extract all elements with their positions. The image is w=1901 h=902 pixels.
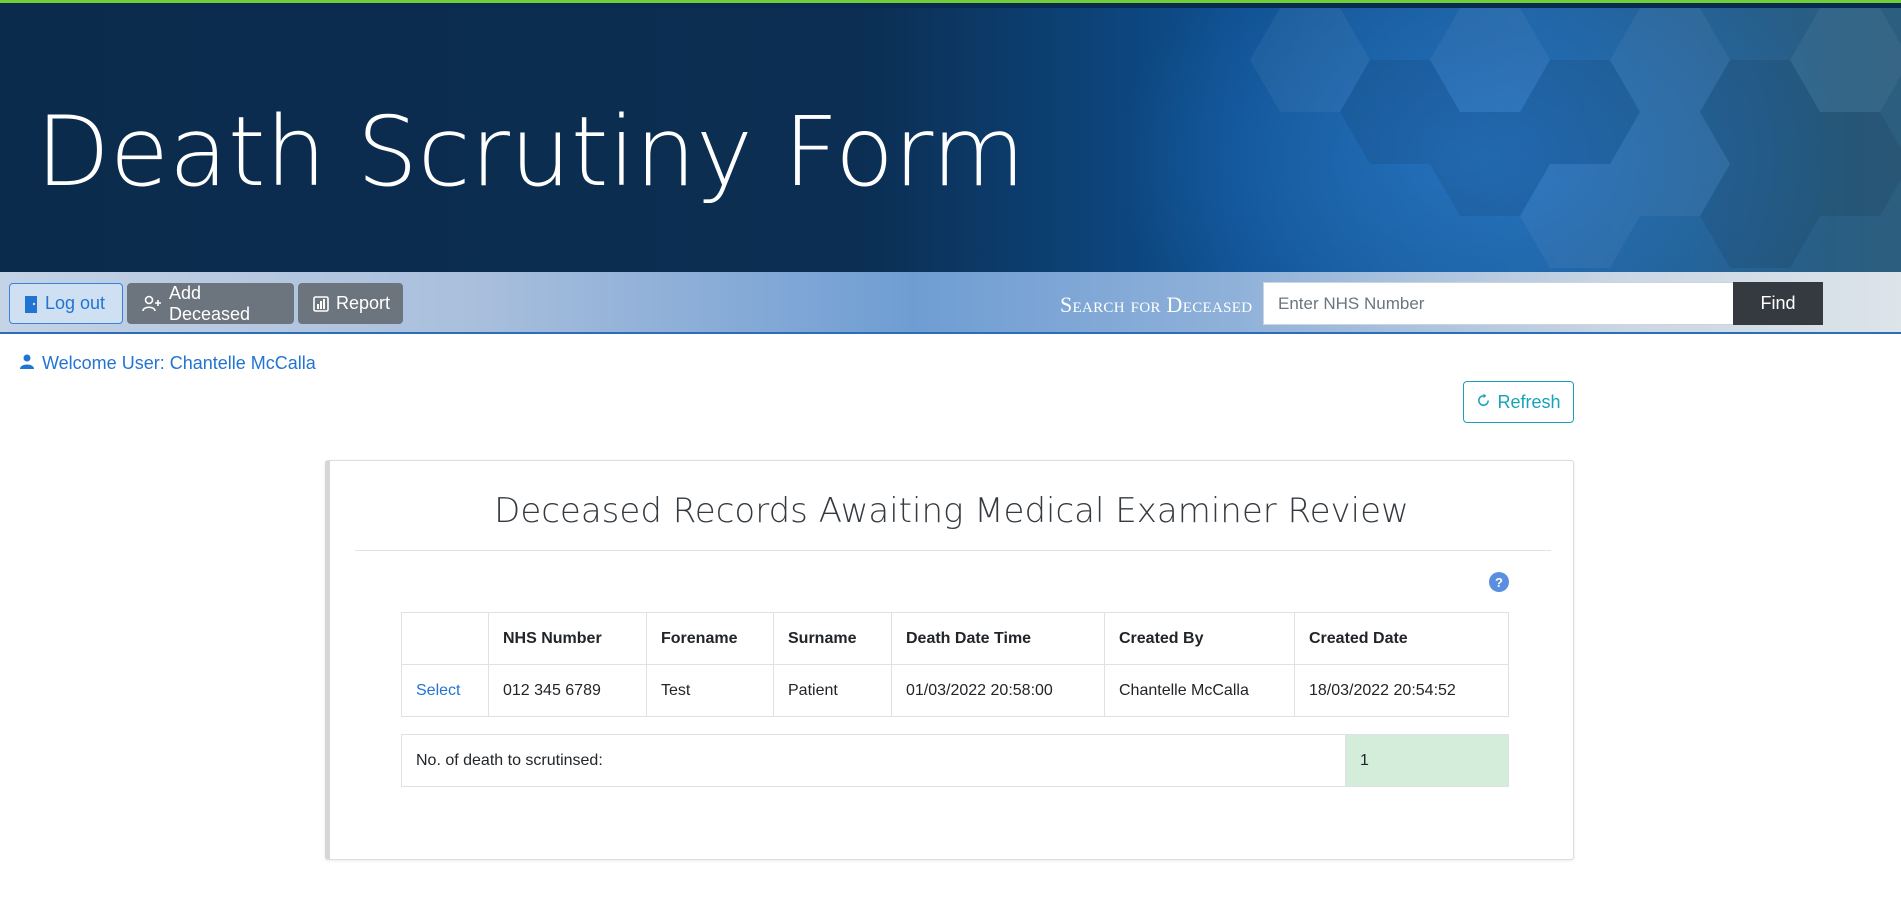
search-label: Search for Deceased — [1060, 292, 1253, 317]
refresh-icon — [1476, 392, 1491, 413]
death-date-time-cell: 01/03/2022 20:58:00 — [891, 664, 1105, 717]
page-title: Death Scrutiny Form — [36, 96, 1026, 208]
select-cell: Select — [401, 664, 489, 717]
logout-button[interactable]: Log out — [9, 283, 123, 324]
report-button[interactable]: Report — [298, 283, 403, 324]
table-header-row: NHS Number Forename Surname Death Date T… — [401, 612, 1509, 665]
summary-label: No. of death to scrutinsed: — [401, 734, 1346, 787]
nhs-number-search-input[interactable] — [1263, 282, 1733, 325]
chart-icon — [313, 295, 329, 312]
welcome-text: Welcome User: Chantelle McCalla — [42, 353, 316, 373]
door-icon — [24, 295, 38, 313]
header-banner: Death Scrutiny Form — [0, 8, 1901, 272]
records-panel: Deceased Records Awaiting Medical Examin… — [325, 460, 1574, 860]
table-row: Select 012 345 6789 Test Patient 01/03/2… — [401, 664, 1509, 717]
column-header: Created Date — [1294, 612, 1509, 665]
column-header: Surname — [773, 612, 892, 665]
summary-table: No. of death to scrutinsed: 1 — [401, 734, 1509, 787]
logout-label: Log out — [45, 293, 106, 313]
question-icon[interactable]: ? — [1489, 572, 1509, 592]
column-header: NHS Number — [488, 612, 647, 665]
column-header: Death Date Time — [891, 612, 1105, 665]
accent-top-line — [0, 0, 1901, 8]
refresh-button[interactable]: Refresh — [1463, 381, 1574, 423]
column-header: Created By — [1104, 612, 1295, 665]
created-date-cell: 18/03/2022 20:54:52 — [1294, 664, 1509, 717]
column-header — [401, 612, 489, 665]
created-by-cell: Chantelle McCalla — [1104, 664, 1295, 717]
nhs-number-cell: 012 345 6789 — [488, 664, 647, 717]
person-icon — [20, 353, 34, 374]
report-label: Report — [336, 293, 391, 313]
add-deceased-button[interactable]: Add Deceased — [127, 283, 294, 324]
summary-count: 1 — [1345, 734, 1509, 787]
add-deceased-label: Add Deceased — [169, 282, 251, 324]
surname-cell: Patient — [773, 664, 892, 717]
records-table: NHS Number Forename Surname Death Date T… — [401, 612, 1509, 717]
find-button[interactable]: Find — [1733, 282, 1823, 325]
forename-cell: Test — [646, 664, 774, 717]
select-link[interactable]: Select — [416, 682, 460, 699]
panel-divider — [355, 550, 1551, 551]
panel-title: Deceased Records Awaiting Medical Examin… — [494, 491, 1409, 531]
summary-row: No. of death to scrutinsed: 1 — [401, 734, 1509, 787]
refresh-label: Refresh — [1497, 391, 1561, 412]
person-plus-icon — [142, 295, 162, 313]
column-header: Forename — [646, 612, 774, 665]
toolbar: Log out Add Deceased Report Search for D… — [0, 272, 1901, 334]
welcome-user: Welcome User: Chantelle McCalla — [20, 353, 316, 374]
